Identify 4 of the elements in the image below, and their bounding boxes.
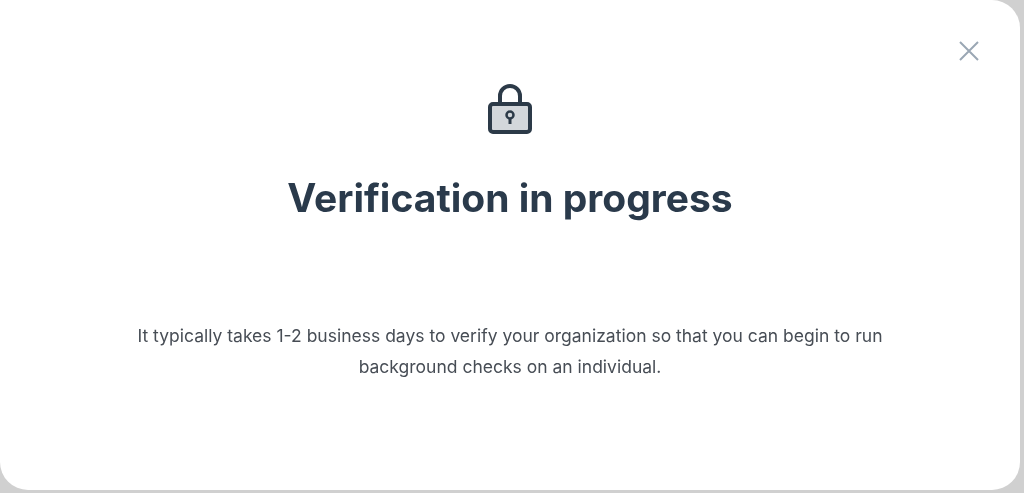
dialog-message: It typically takes 1-2 business days to verify your organization so that you can begin to run background checks on an individual. (136, 324, 884, 379)
lock-icon (488, 84, 532, 134)
dialog-title: Verification in progress (287, 174, 733, 222)
close-icon[interactable] (958, 40, 980, 62)
